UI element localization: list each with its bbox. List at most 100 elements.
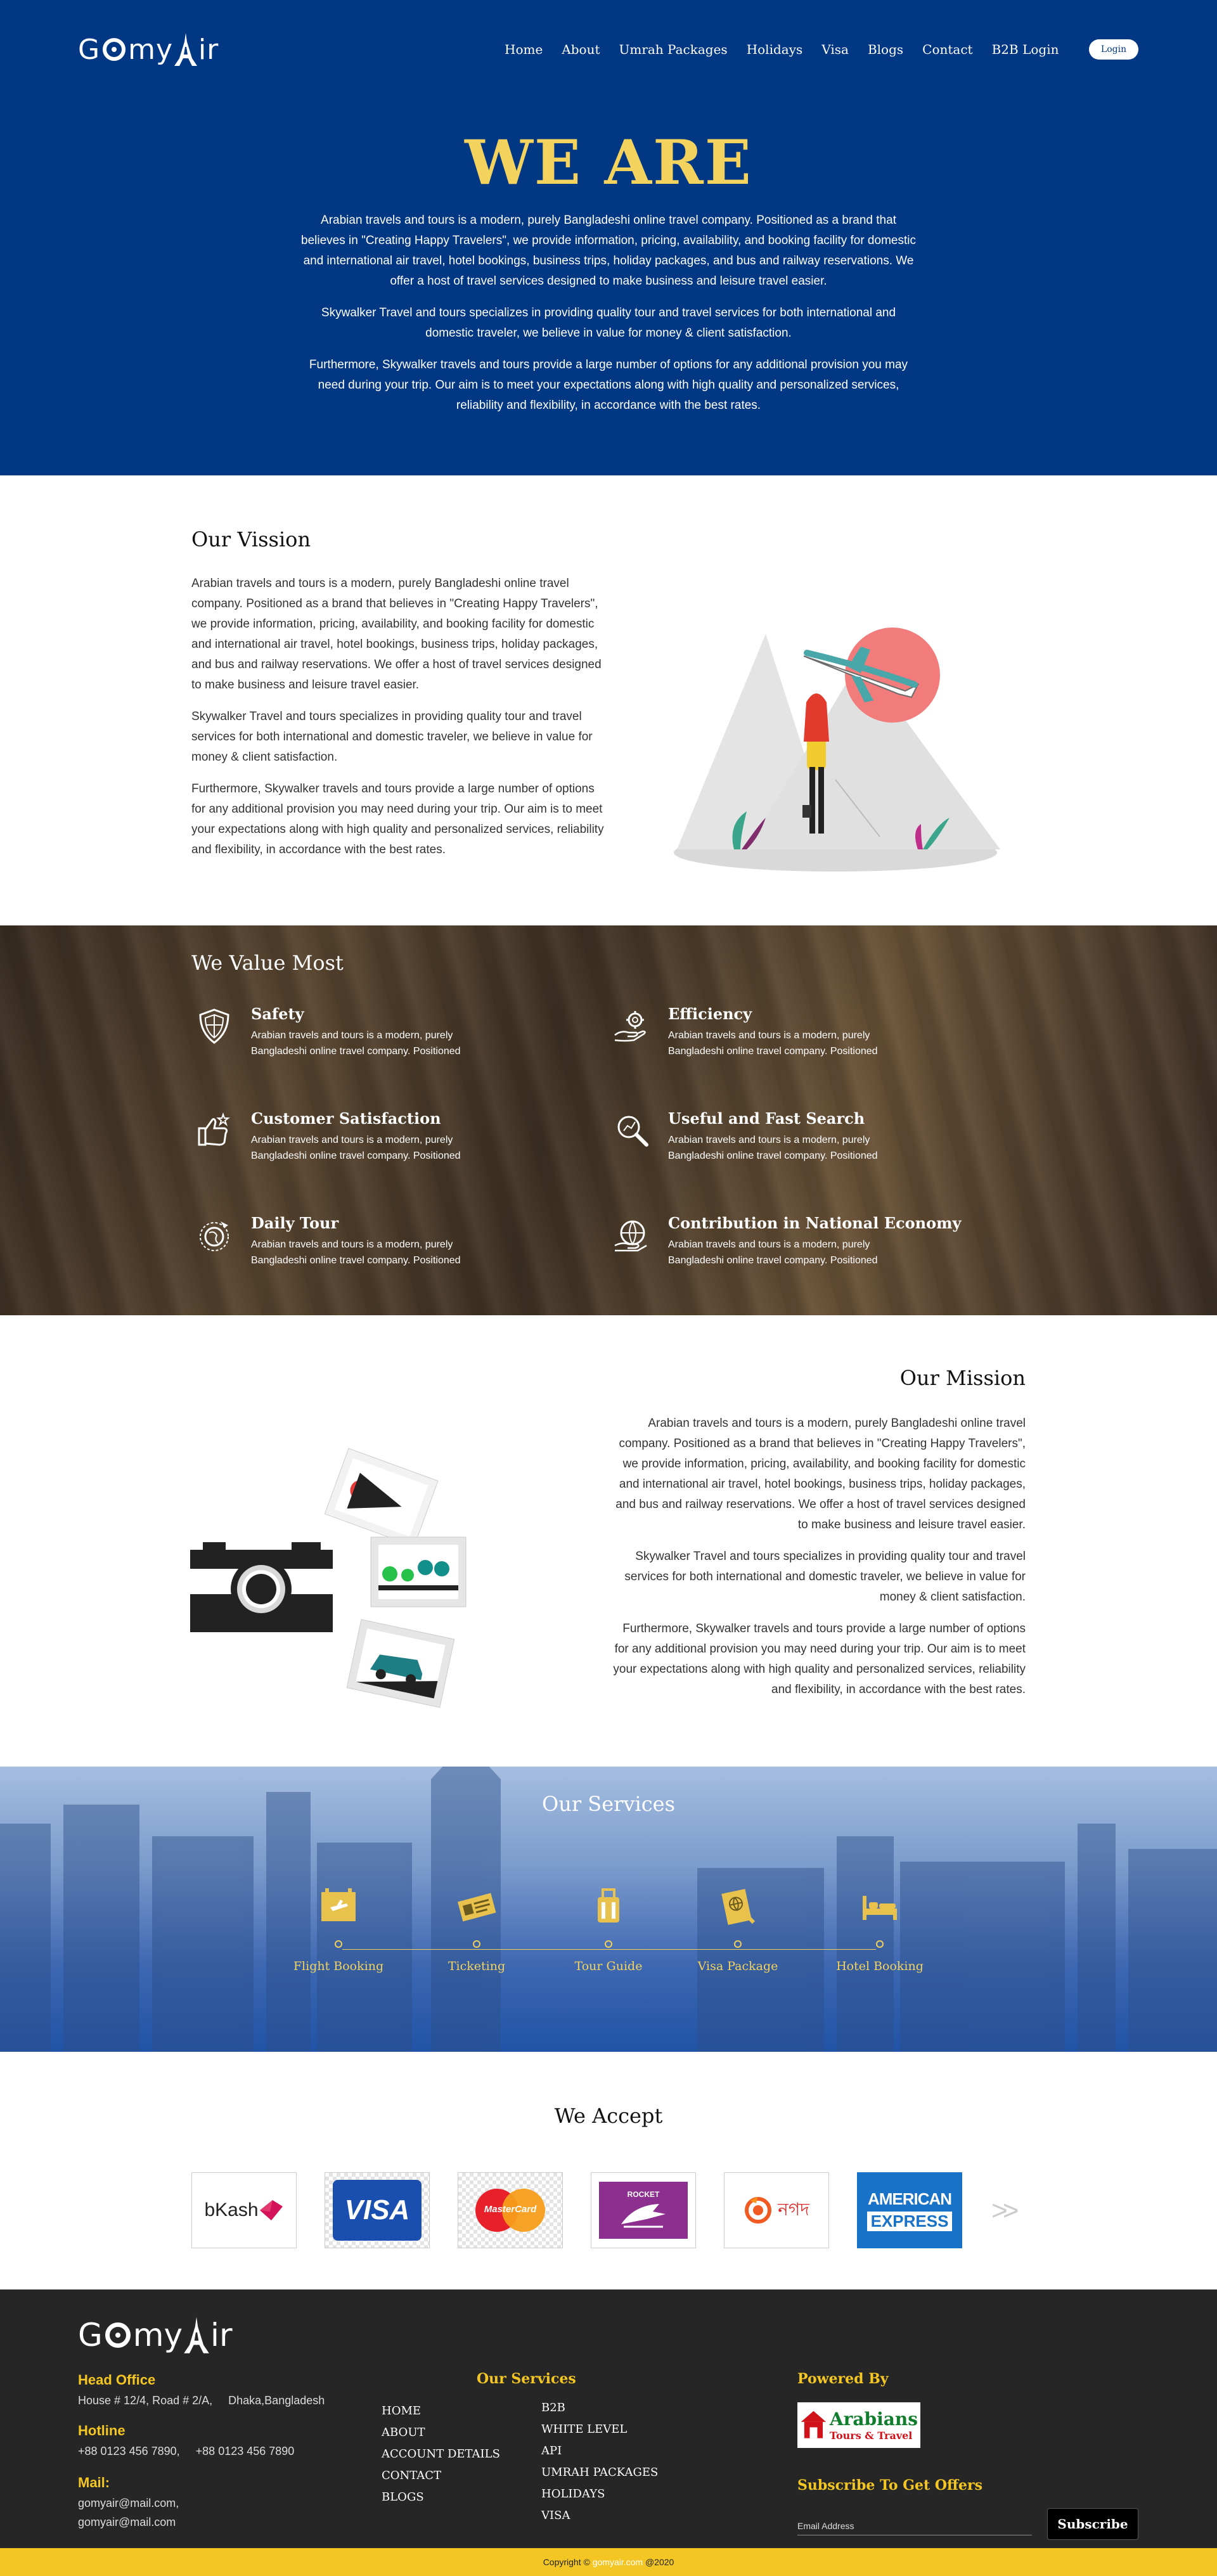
camera-photos-illustration	[190, 1448, 467, 1708]
mission-section: Our Mission Arabian travels and tours is…	[0, 1315, 1217, 1767]
visa-logo: VISA	[333, 2180, 422, 2241]
value-text: Arabian travels and tours is a modern, p…	[251, 1239, 461, 1266]
logo-letters-my: my	[132, 2317, 183, 2354]
footer-logo[interactable]: G my ir	[78, 2316, 233, 2354]
value-title: Contribution in National Economy	[668, 1214, 962, 1232]
logo-letters-my: my	[128, 33, 174, 66]
arabians-logo-text: Arabians	[829, 2409, 918, 2430]
payment-card-mastercard: MasterCard	[458, 2172, 563, 2248]
logo-letter-g: G	[78, 33, 101, 66]
payment-methods-section: We Accept bKash VISA MasterCard ROCKET ন…	[0, 2052, 1217, 2289]
footer-link-home[interactable]: HOME	[382, 2400, 500, 2422]
nagad-icon	[745, 2197, 772, 2224]
service-flight-booking[interactable]: Flight Booking	[275, 1887, 402, 1973]
logo-ring-icon	[103, 38, 126, 61]
footer-link-umrah-packages[interactable]: UMRAH PACKAGES	[541, 2462, 658, 2483]
hero-title: WE ARE	[465, 127, 752, 198]
amex-text-1: AMERICAN	[867, 2189, 952, 2208]
vision-paragraph-2: Skywalker Travel and tours specializes i…	[191, 710, 593, 764]
footer-link-holidays[interactable]: HOLIDAYS	[541, 2483, 658, 2505]
vision-title: Our Vission	[191, 527, 311, 551]
rocket-logo: ROCKET	[599, 2182, 688, 2239]
subscribe-label: Subscribe To Get Offers	[797, 2477, 983, 2494]
timeline-dot	[335, 1940, 342, 1948]
nav-blogs[interactable]: Blogs	[868, 42, 903, 57]
nav-home[interactable]: Home	[505, 42, 543, 57]
office-address: House # 12/4, Road # 2/A, Dhaka,Banglade…	[78, 2394, 325, 2407]
service-ticketing[interactable]: Ticketing	[413, 1887, 540, 1973]
shield-icon	[199, 1008, 229, 1044]
hero-paragraph-3: Furthermore, Skywalker travels and tours…	[309, 358, 908, 412]
subscribe-button[interactable]: Subscribe	[1047, 2508, 1138, 2540]
timeline-dot	[605, 1940, 612, 1948]
rocket-text: ROCKET	[627, 2190, 660, 2199]
globe-plane-icon	[200, 1221, 229, 1251]
mission-text: Arabian travels and tours is a modern, p…	[610, 1414, 1026, 1711]
service-tour-guide[interactable]: Tour Guide	[545, 1887, 672, 1973]
head-office-label: Head Office	[78, 2372, 156, 2388]
powered-by-label: Powered By	[797, 2371, 889, 2387]
bkash-bird-icon	[259, 2200, 283, 2220]
mail-label: Mail:	[78, 2475, 110, 2490]
nav-umrah-packages[interactable]: Umrah Packages	[619, 42, 728, 57]
footer-services-label: Our Services	[477, 2371, 576, 2387]
value-item-fast-search: Useful and Fast Search Arabian travels a…	[608, 1109, 963, 1173]
accept-title: We Accept	[554, 2104, 663, 2128]
nav-holidays[interactable]: Holidays	[747, 42, 803, 57]
nav-contact[interactable]: Contact	[922, 42, 972, 57]
footer-links-services: B2B WHITE LEVEL API UMRAH PACKAGES HOLID…	[541, 2397, 658, 2527]
arabians-logo[interactable]: Arabians Tours & Travel	[797, 2402, 920, 2448]
value-text: Arabian travels and tours is a modern, p…	[668, 1135, 878, 1161]
luggage-icon	[598, 1888, 619, 1922]
footer-link-api[interactable]: API	[541, 2440, 658, 2462]
footer-link-white-level[interactable]: WHITE LEVEL	[541, 2419, 658, 2440]
house-icon	[801, 2411, 827, 2438]
value-item-daily-tour: Daily Tour Arabian travels and tours is …	[191, 1214, 546, 1277]
nav-visa[interactable]: Visa	[821, 42, 849, 57]
footer-link-account-details[interactable]: ACCOUNT DETAILS	[382, 2444, 500, 2465]
footer-link-b2b[interactable]: B2B	[541, 2397, 658, 2419]
logo-letters-ir: ir	[210, 2317, 233, 2354]
nagad-logo: নগদ	[778, 2198, 809, 2220]
footer-links-main: HOME ABOUT ACCOUNT DETAILS CONTACT BLOGS	[382, 2400, 500, 2508]
copyright-year: @2020	[645, 2557, 674, 2567]
login-button[interactable]: Login	[1089, 39, 1138, 60]
service-hotel-booking[interactable]: Hotel Booking	[816, 1887, 943, 1973]
copyright-brand-link[interactable]: gomyair.com	[593, 2557, 643, 2567]
value-title: Customer Satisfaction	[251, 1109, 441, 1128]
value-title: Useful and Fast Search	[668, 1109, 865, 1128]
value-text: Arabian travels and tours is a modern, p…	[251, 1030, 461, 1057]
mail-address-1[interactable]: gomyair@mail.com,	[78, 2494, 179, 2513]
footer-link-about[interactable]: ABOUT	[382, 2422, 500, 2444]
eiffel-a-icon	[184, 2317, 209, 2354]
mastercard-text: MasterCard	[484, 2204, 537, 2215]
value-text: Arabian travels and tours is a modern, p…	[251, 1135, 461, 1161]
logo-ring-icon	[105, 2322, 131, 2348]
mission-paragraph-2: Skywalker Travel and tours specializes i…	[624, 1550, 1026, 1604]
top-navbar: G my ir Home About Umrah Packages Holida…	[0, 0, 1217, 101]
value-item-customer-satisfaction: Customer Satisfaction Arabian travels an…	[191, 1109, 546, 1173]
footer-link-visa[interactable]: VISA	[541, 2505, 658, 2527]
payment-card-nagad: নগদ	[724, 2172, 829, 2248]
footer-link-blogs[interactable]: BLOGS	[382, 2487, 500, 2508]
payment-card-visa: VISA	[325, 2172, 430, 2248]
email-input[interactable]	[797, 2516, 1032, 2535]
passport-icon	[721, 1889, 756, 1925]
rocket-icon	[621, 2204, 666, 2228]
values-title: We Value Most	[191, 951, 344, 975]
magnifier-icon	[617, 1116, 648, 1147]
brand-logo[interactable]: G my ir	[78, 33, 219, 66]
arabians-logo-subtext: Tours & Travel	[829, 2430, 913, 2442]
footer-link-contact[interactable]: CONTACT	[382, 2465, 500, 2487]
hero-description: Arabian travels and tours is a modern, p…	[298, 210, 919, 427]
nav-b2b-login[interactable]: B2B Login	[992, 42, 1059, 57]
service-visa-package[interactable]: Visa Package	[674, 1887, 801, 1973]
nav-about[interactable]: About	[562, 42, 600, 57]
vision-section: Our Vission Arabian travels and tours is…	[0, 475, 1217, 925]
carousel-next-arrow[interactable]: >>	[991, 2195, 1019, 2227]
globe-hand-icon	[614, 1220, 647, 1252]
payment-card-rocket: ROCKET	[591, 2172, 696, 2248]
value-item-efficiency: Efficiency Arabian travels and tours is …	[608, 1005, 963, 1068]
amex-text-2: EXPRESS	[866, 2212, 953, 2231]
mail-address-2[interactable]: gomyair@mail.com	[78, 2513, 176, 2532]
